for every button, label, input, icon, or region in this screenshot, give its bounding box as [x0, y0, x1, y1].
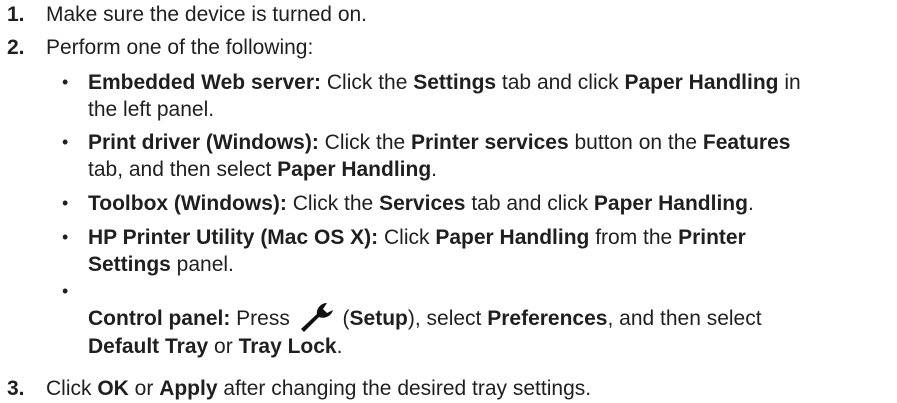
step-text-part: or [128, 377, 160, 400]
step-text: Click OK or Apply after changing the des… [46, 376, 591, 402]
option-hp-printer-utility: HP Printer Utility (Mac OS X): Click Pap… [88, 224, 888, 278]
option-text: , and then select [607, 307, 762, 330]
option-label: Toolbox (Windows): [88, 192, 287, 215]
option-text: Press [230, 307, 296, 330]
option-text: Click the [286, 192, 380, 215]
bullet: • [62, 132, 69, 152]
option-text: panel. [170, 253, 234, 276]
option-label: HP Printer Utility (Mac OS X): [88, 226, 379, 249]
ui-term: Preferences [487, 307, 608, 330]
option-text: from the [589, 226, 679, 249]
option-text: Click the [321, 71, 414, 94]
option-text: ), select [407, 307, 488, 330]
option-label: Print driver (Windows): [88, 131, 319, 154]
option-text: Click [378, 226, 436, 249]
step-text-part: Click [46, 377, 98, 400]
option-text: ( [336, 307, 350, 330]
ui-term: Default Tray [88, 335, 209, 358]
ui-term: Printer services [411, 131, 569, 154]
instruction-document: 1. Make sure the device is turned on. 2.… [0, 0, 897, 403]
bullet: • [62, 227, 69, 247]
step-number: 2. [7, 36, 25, 59]
step-text: Make sure the device is turned on. [46, 3, 368, 26]
ui-term: Settings [88, 253, 171, 276]
option-text: . [747, 192, 754, 215]
option-label: Embedded Web server: [88, 71, 322, 94]
option-text: the left panel. [88, 98, 215, 121]
option-embedded-web-server: Embedded Web server: Click the Settings … [88, 69, 888, 123]
step-number: 1. [7, 3, 25, 26]
ui-term: Services [379, 192, 466, 215]
bullet: • [62, 281, 69, 301]
option-text: button on the [568, 131, 703, 154]
bullet: • [62, 72, 69, 92]
step-text-part: after changing the desired tray settings… [217, 377, 592, 400]
ui-term: Features [702, 131, 791, 154]
ui-term: Paper Handling [277, 158, 432, 181]
option-label: Control panel: [88, 307, 231, 330]
option-print-driver: Print driver (Windows): Click the Printe… [88, 129, 888, 183]
ui-term: Settings [413, 71, 497, 94]
option-text: tab and click [496, 71, 625, 94]
step-number: 3. [7, 377, 25, 400]
ui-term: Tray Lock [238, 335, 337, 358]
option-text: or [208, 335, 239, 358]
option-text: . [431, 158, 438, 181]
step-text: Perform one of the following: [46, 36, 314, 59]
bullet: • [62, 193, 69, 213]
ui-term: Paper Handling [435, 226, 590, 249]
option-control-panel: Control panel: Press (Setup), select Pre… [88, 300, 888, 361]
wrench-icon [298, 300, 336, 332]
option-text: tab, and then select [88, 158, 278, 181]
option-text: in [778, 71, 801, 94]
option-toolbox: Toolbox (Windows): Click the Services ta… [88, 190, 888, 217]
ui-term: Printer [678, 226, 746, 249]
option-text: . [336, 335, 343, 358]
option-text: Click the [318, 131, 412, 154]
ui-term: Setup [349, 307, 408, 330]
ui-term: OK [97, 377, 129, 400]
option-text: tab and click [465, 192, 594, 215]
ui-term: Apply [159, 377, 218, 400]
ui-term: Paper Handling [593, 192, 748, 215]
ui-term: Paper Handling [624, 71, 779, 94]
